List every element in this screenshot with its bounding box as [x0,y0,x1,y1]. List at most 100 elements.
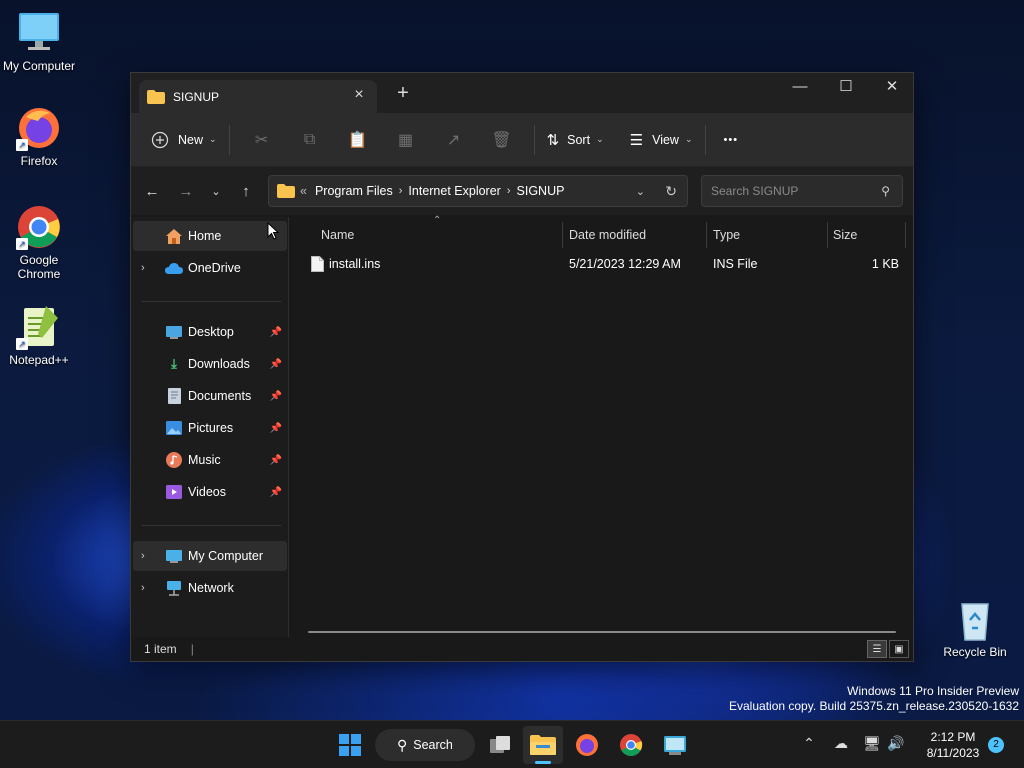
rename-icon[interactable]: ▦ [391,125,421,155]
close-window-button[interactable]: ✕ [869,73,915,103]
sidebar-item-network[interactable]: › Network [133,573,287,603]
chrome-icon [620,734,643,756]
breadcrumb-item[interactable]: Program Files [315,184,393,198]
clock-time: 2:12 PM [930,730,976,744]
tiles-view-toggle[interactable]: ▣ [889,640,909,658]
chevron-right-icon[interactable]: › [141,582,145,594]
toolbar-separator [704,124,706,155]
sidebar-item-my-computer[interactable]: › My Computer [133,541,287,571]
show-hidden-icons-chevron-icon[interactable]: ⌃ [799,735,819,755]
network-monitor-icon[interactable]: 🖥 [862,735,882,755]
breadcrumb-overflow[interactable]: « [300,184,307,198]
sort-button[interactable]: ⇅ Sort ⌄ [543,124,608,156]
file-type: INS File [713,257,758,271]
view-button[interactable]: ☰ View ⌄ [626,124,697,156]
breadcrumb-item[interactable]: SIGNUP [517,184,565,198]
search-icon: ⚲ [881,184,890,198]
breadcrumb-item[interactable]: Internet Explorer [408,184,500,198]
speaker-icon[interactable]: 🔊 [886,735,906,755]
maximize-button[interactable]: ☐ [823,73,869,103]
horizontal-scrollbar[interactable] [308,631,896,633]
cloud-offline-icon[interactable]: ☁ [831,735,851,755]
up-button[interactable]: ↑ [231,176,261,206]
tab-signup[interactable]: SIGNUP × [139,80,377,113]
sidebar-item-label: My Computer [188,549,264,563]
shortcut-arrow-icon: ↗ [16,238,28,250]
chevron-right-icon[interactable]: › [141,550,145,562]
evaluation-watermark: Windows 11 Pro Insider Preview Evaluatio… [729,684,1019,714]
delete-icon[interactable]: 🗑 [487,125,517,155]
pin-icon[interactable]: 📌 [270,487,282,498]
column-header-date[interactable]: Date modified [563,222,703,248]
cut-icon[interactable]: ✂ [247,125,277,155]
pin-icon[interactable]: 📌 [270,423,282,434]
desktop-icon-notepadpp[interactable]: ↗ Notepad++ [0,304,78,367]
desktop-icon-my-computer[interactable]: My Computer [0,10,78,73]
close-tab-icon[interactable]: × [351,87,367,103]
refresh-icon[interactable]: ↻ [665,183,677,200]
pin-icon[interactable]: 📌 [270,391,282,402]
sidebar-item-label: Documents [188,389,252,403]
file-row[interactable]: install.ins 5/21/2023 12:29 AM INS File … [290,251,913,277]
details-view-toggle[interactable]: ☰ [867,640,887,658]
folder-icon [277,184,295,198]
taskbar-file-explorer[interactable] [523,726,563,764]
folder-icon [147,89,165,104]
windows-logo-icon [339,734,361,756]
taskbar-search-button[interactable]: ⚲ Search [375,729,475,761]
file-size: 1 KB [871,257,899,271]
file-list: Name ⌃ Date modified Type Size install.i… [290,215,913,637]
sidebar-item-desktop[interactable]: Desktop 📌 [133,317,287,347]
desktop-icon-firefox[interactable]: ↗ Firefox [0,105,78,168]
share-icon[interactable]: ↗ [439,125,469,155]
address-bar[interactable]: « Program Files › Internet Explorer › SI… [268,175,688,207]
desktop-icon-chrome[interactable]: ↗ Google Chrome [0,204,78,281]
paste-icon[interactable]: 📋 [343,125,373,155]
pin-icon[interactable]: 📌 [270,359,282,370]
column-header-type[interactable]: Type [707,222,823,248]
file-explorer-icon [530,735,556,755]
active-indicator [535,761,551,764]
sidebar-divider [141,301,281,302]
chevron-right-icon[interactable]: › [141,262,145,274]
remote-desktop-icon [664,736,686,755]
sidebar-item-videos[interactable]: Videos 📌 [133,477,287,507]
search-input[interactable]: Search SIGNUP ⚲ [701,175,903,207]
new-tab-button[interactable]: + [393,83,413,103]
monitor-icon [16,10,62,56]
toolbar-separator [533,124,535,155]
sidebar-item-label: Network [188,581,234,595]
taskbar-firefox[interactable] [567,726,607,764]
start-button[interactable] [330,726,370,764]
address-dropdown-icon[interactable]: ⌄ [636,185,645,198]
column-divider[interactable] [905,222,906,248]
notification-badge[interactable]: 2 [988,737,1004,753]
pin-icon[interactable]: 📌 [270,455,282,466]
copy-icon[interactable]: ⧉ [295,125,325,155]
taskbar-chrome[interactable] [611,726,651,764]
desktop-icon-recycle-bin[interactable]: Recycle Bin [936,596,1014,659]
recent-locations-button[interactable]: ⌄ [201,176,231,206]
sidebar-item-documents[interactable]: Documents 📌 [133,381,287,411]
see-more-button[interactable]: ••• [720,124,743,156]
file-date: 5/21/2023 12:29 AM [569,257,681,271]
sidebar-item-downloads[interactable]: ⤓ Downloads 📌 [133,349,287,379]
watermark-line: Evaluation copy. Build 25375.zn_release.… [729,699,1019,713]
minimize-button[interactable]: — [777,73,823,103]
view-button-label: View [652,132,679,147]
taskbar-remote-app[interactable] [655,726,695,764]
new-button[interactable]: New ⌄ [147,124,221,156]
firefox-icon: ↗ [16,105,62,151]
network-icon [165,579,183,597]
forward-button[interactable]: → [171,176,201,206]
column-header-size[interactable]: Size [827,222,903,248]
sidebar-item-onedrive[interactable]: › OneDrive [133,253,287,283]
back-button[interactable]: ← [137,176,167,206]
clock[interactable]: 2:12 PM 8/11/2023 [918,729,988,761]
task-view-button[interactable] [480,726,520,764]
sidebar-item-music[interactable]: Music 📌 [133,445,287,475]
sidebar-item-pictures[interactable]: Pictures 📌 [133,413,287,443]
desktop-icon-label: Recycle Bin [943,645,1007,659]
pin-icon[interactable]: 📌 [270,327,282,338]
sidebar-item-home[interactable]: Home [133,221,287,251]
